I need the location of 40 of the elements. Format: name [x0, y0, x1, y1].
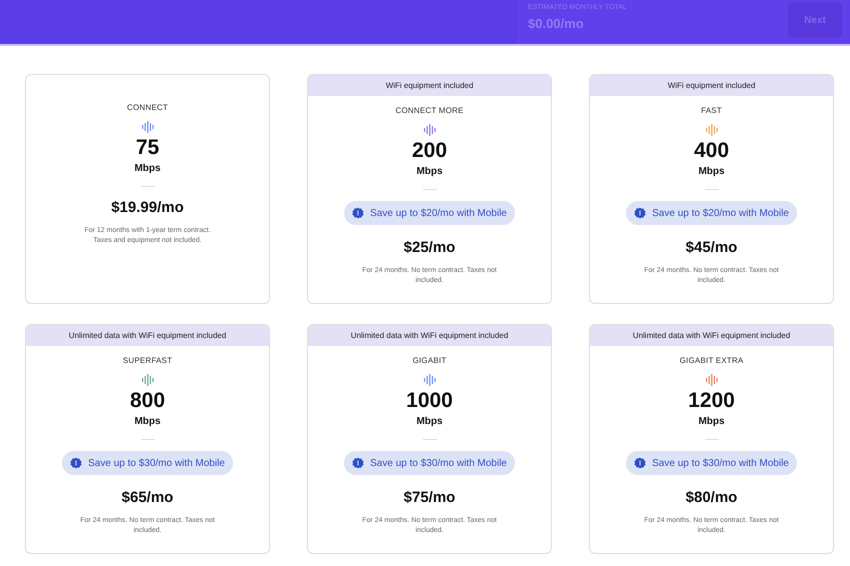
badge-dollar-icon	[352, 457, 364, 469]
mobile-savings-badge: Save up to $20/mo with Mobile	[344, 201, 515, 225]
plan-name: GIGABIT	[412, 355, 446, 367]
plan-price: $19.99/mo	[111, 198, 184, 218]
plan-banner: Unlimited data with WiFi equipment included	[308, 325, 551, 346]
mobile-savings-badge: Save up to $20/mo with Mobile	[626, 201, 797, 225]
speed-unit: Mbps	[698, 165, 725, 179]
badge-dollar-icon	[70, 457, 82, 469]
plan-price: $45/mo	[686, 238, 738, 258]
plan-name: SUPERFAST	[122, 355, 172, 367]
speed-value: 800	[130, 388, 166, 414]
speed-unit: Mbps	[416, 165, 443, 179]
speed-unit: Mbps	[134, 162, 161, 176]
speed-value: 200	[412, 138, 448, 164]
plan-price: $25/mo	[404, 238, 456, 258]
total-value: $0.00/mo	[528, 14, 585, 32]
speed-value: 1000	[406, 388, 453, 414]
badge-dollar-icon	[634, 457, 646, 469]
speed-value: 1200	[688, 388, 735, 414]
plan-price: $80/mo	[686, 488, 738, 508]
badge-dollar-icon	[352, 207, 364, 219]
mobile-savings-badge: Save up to $30/mo with Mobile	[626, 451, 797, 475]
plan-name: CONNECT	[127, 102, 168, 114]
plan-name: GIGABIT EXTRA	[680, 355, 744, 367]
plan-banner: WiFi equipment included	[590, 75, 833, 96]
speed-value: 400	[694, 138, 730, 164]
speed-value: 75	[136, 135, 160, 161]
mobile-savings-badge: Save up to $30/mo with Mobile	[62, 451, 233, 475]
plan-price: $75/mo	[404, 488, 456, 508]
plan-banner: WiFi equipment included	[308, 75, 551, 96]
plan-price: $65/mo	[122, 488, 174, 508]
mobile-savings-badge: Save up to $30/mo with Mobile	[344, 451, 515, 475]
plan-banner: Unlimited data with WiFi equipment included	[590, 325, 833, 346]
plan-name: CONNECT MORE	[395, 105, 464, 117]
badge-dollar-icon	[634, 207, 646, 219]
speed-unit: Mbps	[134, 415, 161, 429]
speed-unit: Mbps	[698, 415, 725, 429]
speed-unit: Mbps	[416, 415, 443, 429]
plan-banner: Unlimited data with WiFi equipment included	[26, 325, 269, 346]
plan-name: FAST	[701, 105, 722, 117]
